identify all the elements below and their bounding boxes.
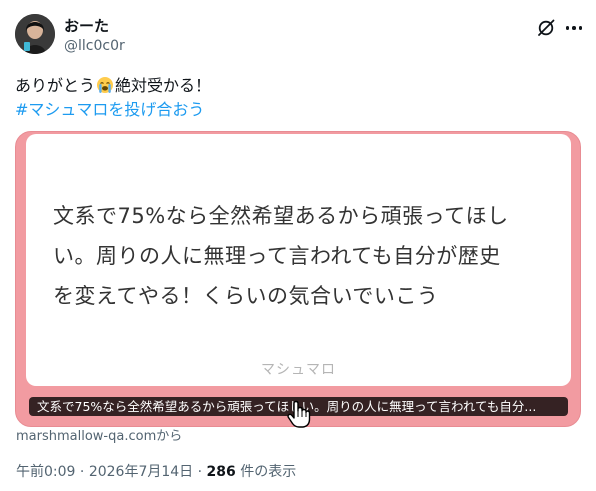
tweet-text-part1: ありがとう [15, 76, 96, 95]
tweet-meta: 午前0:09 · 2026年7月14日 · 286 件の表示 [16, 462, 296, 482]
card-brand: マシュマロ [261, 362, 336, 378]
tweet-text: ありがとう 絶対受かる！ [15, 74, 211, 98]
tweet-date[interactable]: 2026年7月14日 [89, 464, 193, 480]
loudly-crying-face-emoji [97, 77, 114, 93]
meta-separator-2: · [193, 464, 207, 480]
view-count: 286 [206, 464, 236, 480]
more-dots-icon[interactable] [564, 18, 584, 38]
tweet-text-part2: 絶対受かる！ [115, 76, 212, 95]
pointer-cursor-icon [287, 400, 311, 428]
tweet: おーた @llc0c0r ありがとう 絶対受かる！ #マシュマロを投げ合おう 文… [0, 0, 596, 491]
user-handle[interactable]: @llc0c0r [64, 37, 125, 55]
display-name[interactable]: おーた [64, 16, 109, 36]
link-card[interactable]: 文系で75%なら全然希望あるから頑張ってほし い。周りの人に無理って言われても自… [15, 131, 581, 427]
tweet-time[interactable]: 午前0:09 [16, 464, 75, 480]
card-source-link[interactable]: marshmallow-qa.comから [16, 428, 182, 446]
card-image: 文系で75%なら全然希望あるから頑張ってほし い。周りの人に無理って言われても自… [26, 134, 571, 386]
card-message: 文系で75%なら全然希望あるから頑張ってほし い。周りの人に無理って言われても自… [53, 204, 509, 308]
views-label: 件の表示 [235, 464, 297, 480]
meta-separator: · [75, 464, 89, 480]
grok-slash-icon[interactable] [536, 18, 556, 38]
avatar[interactable] [15, 14, 55, 54]
hashtag-link[interactable]: #マシュマロを投げ合おう [15, 98, 204, 122]
